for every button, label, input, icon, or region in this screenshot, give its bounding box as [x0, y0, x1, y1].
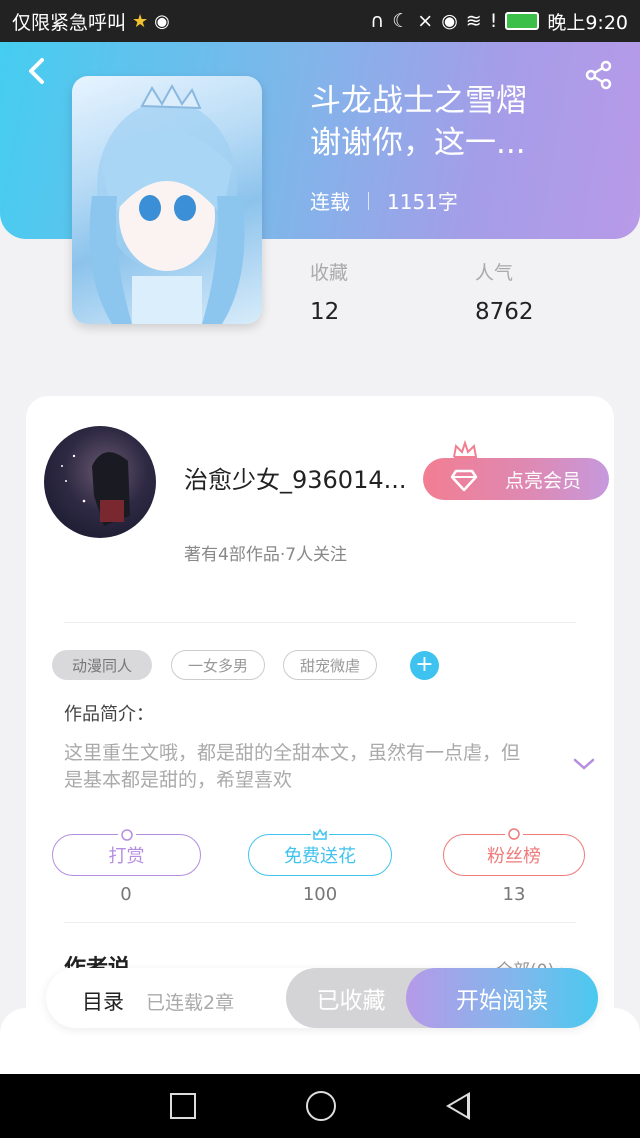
stat-popularity: 人气 8762 — [475, 262, 534, 325]
divider — [64, 922, 576, 923]
author-name[interactable]: 治愈少女_936014... — [184, 460, 424, 495]
tag-item[interactable]: 一女多男 — [171, 650, 265, 680]
book-cover[interactable] — [72, 76, 262, 324]
send-flower-button[interactable]: 免费送花 — [248, 825, 392, 876]
tip-icon — [117, 825, 136, 841]
toc-button[interactable]: 目录 — [82, 986, 124, 1016]
tag-item[interactable]: 甜宠微虐 — [283, 650, 377, 680]
start-reading-button[interactable]: 开始阅读 — [406, 968, 598, 1028]
intro-text: 这里重生文哦，都是甜的全甜本文，虽然有一点虐，但是基本都是甜的，希望喜欢 — [64, 742, 521, 791]
serial-chapters: 已连载2章 — [146, 992, 235, 1014]
chevron-down-icon[interactable] — [572, 756, 596, 772]
author-stats: 著有4部作品·7人关注 — [184, 545, 348, 565]
home-icon[interactable] — [306, 1091, 336, 1121]
battery-icon — [505, 12, 540, 30]
tip-button[interactable]: 打赏 — [52, 825, 201, 876]
diamond-icon — [450, 468, 478, 492]
moon-icon: ☾ — [392, 10, 410, 32]
back-icon[interactable] — [446, 1092, 470, 1120]
wifi-icon: ≋ — [465, 10, 482, 32]
recent-apps-icon[interactable] — [170, 1093, 196, 1119]
intro-label: 作品简介： — [64, 704, 154, 725]
eye-icon: ◉ — [441, 10, 458, 32]
qq-icon: ◉ — [154, 10, 170, 32]
tip-count: 0 — [120, 884, 132, 905]
tag-item[interactable]: 动漫同人 — [52, 650, 152, 680]
mute-icon: ⨯ — [417, 10, 434, 32]
fan-count: 13 — [502, 884, 526, 905]
word-count: 1151字 — [387, 190, 458, 214]
fan-ranking-button[interactable]: 粉丝榜 — [443, 825, 585, 876]
stat-favorites: 收藏 12 — [310, 262, 349, 325]
carrier-text: 仅限紧急呼叫 — [12, 11, 127, 34]
divider — [64, 622, 576, 623]
back-arrow-icon[interactable] — [24, 56, 50, 86]
status-bar: 仅限紧急呼叫 ★ ◉ ∩ ☾ ⨯ ◉ ≋ ! 晚上9:20 — [0, 0, 640, 42]
add-tag-button[interactable]: + — [410, 651, 439, 680]
flower-count: 100 — [302, 884, 338, 905]
headphones-icon: ∩ — [370, 10, 385, 32]
book-title: 斗龙战士之雪熠 谢谢你，这一... — [310, 83, 527, 161]
star-icon: ★ — [132, 10, 149, 32]
book-meta: 连载 1151字 — [310, 186, 458, 215]
alert-icon: ! — [489, 10, 498, 32]
medal-icon — [505, 825, 523, 840]
author-avatar[interactable] — [44, 426, 156, 538]
status-time: 晚上9:20 — [547, 11, 628, 34]
crown-icon — [452, 439, 478, 460]
meta-divider — [368, 191, 369, 210]
flower-icon — [311, 825, 329, 840]
serial-status: 连载 — [310, 190, 350, 214]
author-says-title: 作者说 — [64, 950, 130, 968]
system-nav-bar — [0, 1074, 640, 1138]
